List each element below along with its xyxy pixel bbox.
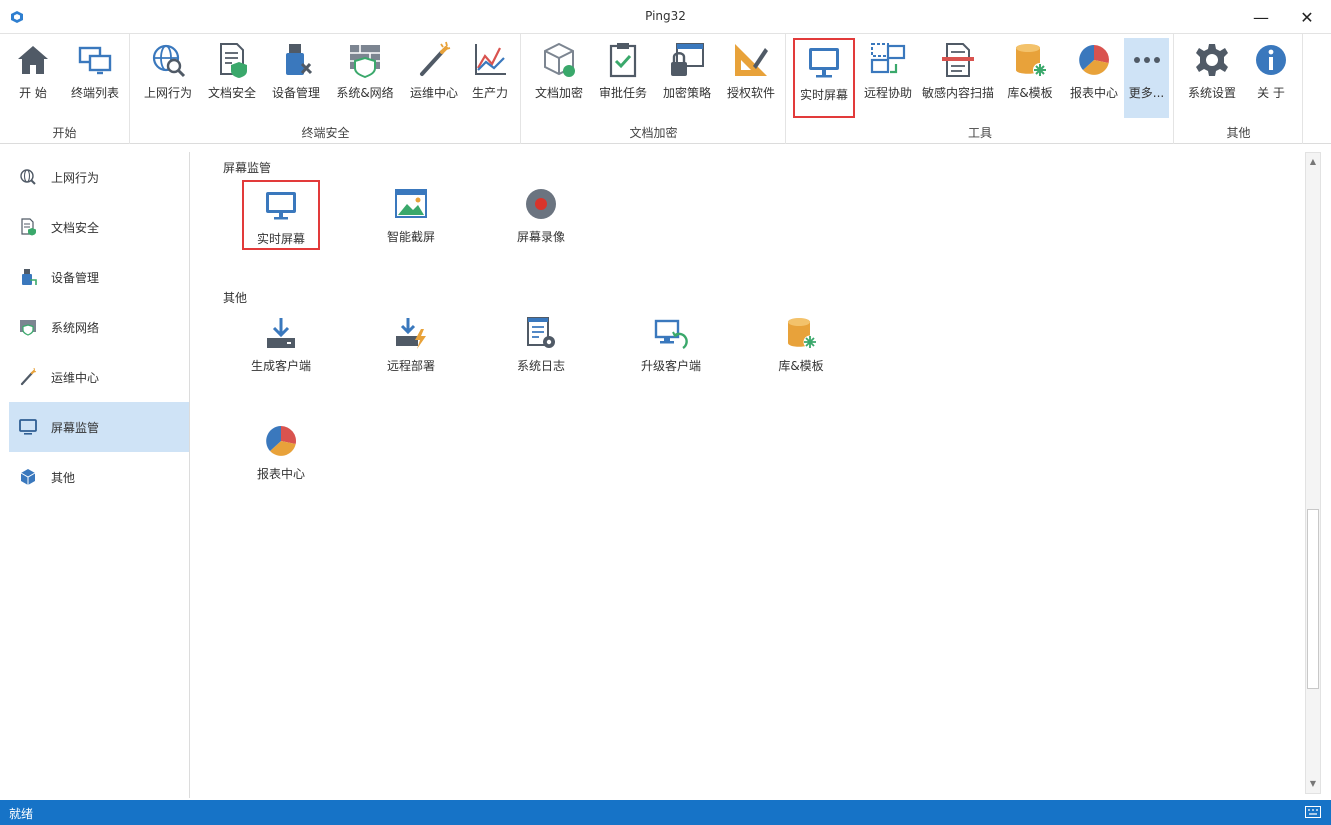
document-security-icon xyxy=(21,218,36,236)
sensitive-scan-icon xyxy=(942,43,974,77)
monitor-icon xyxy=(19,419,37,435)
library-template-icon xyxy=(788,318,817,349)
report-center-icon xyxy=(266,426,297,456)
ribbon-remote-assist-button[interactable]: 远程协助 xyxy=(859,38,917,118)
authorized-software-icon xyxy=(735,44,768,76)
ribbon-encryption-policy-button[interactable]: 加密策略 xyxy=(658,38,716,118)
title-bar: Ping32 — ✕ xyxy=(0,0,1331,34)
record-icon xyxy=(526,189,556,219)
realtime-screen-icon xyxy=(266,192,296,220)
sidebar-item-other[interactable]: 其他 xyxy=(9,452,189,502)
sidebar-item-web-behavior[interactable]: 上网行为 xyxy=(9,152,189,202)
ribbon-group-start: 开 始 终端列表 开始 xyxy=(0,34,130,144)
window-title: Ping32 xyxy=(645,9,686,23)
realtime-screen-icon xyxy=(809,48,839,78)
scroll-down-arrow-icon[interactable]: ▼ xyxy=(1307,777,1319,791)
sidebar-item-device-management[interactable]: 设备管理 xyxy=(9,252,189,302)
ribbon-group-label: 其他 xyxy=(1226,126,1251,140)
library-template-icon xyxy=(1016,44,1047,77)
ribbon-group-label: 文档加密 xyxy=(629,126,678,140)
about-icon xyxy=(1256,45,1286,75)
encryption-policy-icon xyxy=(671,43,704,76)
section-title-other: 其他 xyxy=(223,291,248,305)
close-button[interactable]: ✕ xyxy=(1284,0,1330,34)
sidebar-item-system-network[interactable]: 系统网络 xyxy=(9,302,189,352)
section-title-screen-monitoring: 屏幕监管 xyxy=(223,161,272,175)
system-network-icon xyxy=(20,320,36,336)
ribbon-document-encryption-button[interactable]: 文档加密 xyxy=(530,38,588,118)
ribbon-group-tools: 实时屏幕 远程协助 敏感内容扫描 库&模板 报表中心 更多... 工具 xyxy=(787,34,1174,144)
sidebar-item-document-security[interactable]: 文档安全 xyxy=(9,202,189,252)
ribbon-terminal-list-button[interactable]: 终端列表 xyxy=(64,38,126,118)
document-security-icon xyxy=(220,43,247,78)
sidebar: 上网行为 文档安全 设备管理 系统网络 运维中心 屏幕监管 其他 xyxy=(0,152,190,798)
sidebar-item-screen-monitoring[interactable]: 屏幕监管 xyxy=(9,402,189,452)
ribbon-productivity-button[interactable]: 生产力 xyxy=(465,38,515,118)
sidebar-item-ops-center[interactable]: 运维中心 xyxy=(9,352,189,402)
tile-realtime-screen[interactable]: 实时屏幕 xyxy=(242,180,320,250)
ribbon-group-label: 开始 xyxy=(52,126,77,140)
tile-library-template[interactable]: 库&模板 xyxy=(756,315,846,385)
system-network-icon xyxy=(350,45,380,79)
web-behavior-icon xyxy=(152,44,186,78)
scroll-thumb[interactable] xyxy=(1307,509,1319,689)
device-management-icon xyxy=(22,269,37,285)
web-behavior-icon xyxy=(20,169,36,185)
remote-deploy-icon xyxy=(396,318,426,349)
scroll-up-arrow-icon[interactable]: ▲ xyxy=(1307,155,1319,169)
ribbon-toolbar: 开 始 终端列表 开始 上网行为 文档安全 设备管理 系统&网络 运维中心 生产… xyxy=(0,34,1331,144)
ribbon-group-label: 工具 xyxy=(967,126,992,140)
more-icon xyxy=(1133,57,1160,63)
document-encryption-icon xyxy=(544,42,575,77)
device-management-icon xyxy=(286,44,313,75)
ops-center-icon xyxy=(20,368,37,386)
ribbon-document-security-button[interactable]: 文档安全 xyxy=(203,38,261,118)
status-text: 就绪 xyxy=(9,807,34,821)
ribbon-group-terminal-security: 上网行为 文档安全 设备管理 系统&网络 运维中心 生产力 终端安全 xyxy=(131,34,521,144)
ribbon-sensitive-scan-button[interactable]: 敏感内容扫描 xyxy=(919,38,997,118)
main-content: 屏幕监管 实时屏幕 智能截屏 屏幕录像 其他 生成客户端 远程部署 系统日志 升… xyxy=(191,152,1305,798)
ribbon-group-other: 系统设置 关 于 其他 xyxy=(1175,34,1303,144)
tile-system-log[interactable]: 系统日志 xyxy=(496,315,586,385)
ribbon-system-network-button[interactable]: 系统&网络 xyxy=(331,38,399,118)
minimize-button[interactable]: — xyxy=(1238,0,1284,34)
image-icon xyxy=(395,189,427,218)
tile-remote-deploy[interactable]: 远程部署 xyxy=(366,315,456,385)
productivity-icon xyxy=(475,44,506,75)
ribbon-group-label: 终端安全 xyxy=(301,126,350,140)
home-icon xyxy=(18,46,48,74)
cube-icon xyxy=(20,469,36,485)
keyboard-icon xyxy=(1305,806,1321,818)
ribbon-report-center-button[interactable]: 报表中心 xyxy=(1063,38,1125,118)
status-bar: 就绪 xyxy=(0,800,1331,825)
approval-task-icon xyxy=(609,43,637,78)
system-log-icon xyxy=(527,317,555,348)
ribbon-web-behavior-button[interactable]: 上网行为 xyxy=(139,38,197,118)
terminal-list-icon xyxy=(78,46,112,75)
upgrade-client-icon xyxy=(654,319,688,350)
report-center-icon xyxy=(1079,45,1110,75)
ribbon-about-button[interactable]: 关 于 xyxy=(1245,38,1297,118)
download-client-icon xyxy=(267,318,295,348)
system-settings-icon xyxy=(1196,44,1228,76)
ribbon-ops-center-button[interactable]: 运维中心 xyxy=(405,38,463,118)
ops-center-icon xyxy=(420,41,451,76)
ribbon-more-button[interactable]: 更多... xyxy=(1124,38,1169,118)
tile-upgrade-client[interactable]: 升级客户端 xyxy=(626,315,716,385)
ribbon-approval-task-button[interactable]: 审批任务 xyxy=(594,38,652,118)
tile-generate-client[interactable]: 生成客户端 xyxy=(236,315,326,385)
ribbon-authorized-software-button[interactable]: 授权软件 xyxy=(722,38,780,118)
vertical-scrollbar[interactable]: ▲ ▼ xyxy=(1305,152,1321,794)
ribbon-realtime-screen-button[interactable]: 实时屏幕 xyxy=(793,38,855,118)
remote-assist-icon xyxy=(870,43,906,74)
tile-smart-screenshot[interactable]: 智能截屏 xyxy=(366,186,456,256)
ribbon-group-document-encryption: 文档加密 审批任务 加密策略 授权软件 文档加密 xyxy=(522,34,786,144)
ribbon-system-settings-button[interactable]: 系统设置 xyxy=(1183,38,1241,118)
ribbon-start-button[interactable]: 开 始 xyxy=(6,38,60,118)
tile-screen-recording[interactable]: 屏幕录像 xyxy=(496,186,586,256)
tile-report-center[interactable]: 报表中心 xyxy=(236,423,326,493)
ribbon-device-management-button[interactable]: 设备管理 xyxy=(267,38,325,118)
ribbon-library-template-button[interactable]: 库&模板 xyxy=(1001,38,1059,118)
